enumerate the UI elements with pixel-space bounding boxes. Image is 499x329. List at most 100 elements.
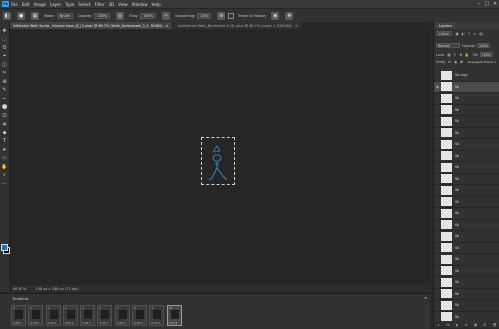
layer-row[interactable]: Sb copy — [434, 70, 499, 82]
layer-row[interactable]: Sb — [434, 277, 499, 289]
layer-filter-kind[interactable]: Q Kind — [436, 31, 452, 36]
close-window-button[interactable]: ✕ — [491, 0, 499, 8]
timeline-frame[interactable]: 9 0.05 ▾ — [149, 305, 165, 326]
filter-pixel-icon[interactable]: ▣ — [455, 32, 459, 36]
close-tab-icon[interactable]: × — [166, 24, 169, 28]
timeline-frame[interactable]: 3 0.05 ▾ — [45, 305, 61, 326]
timeline-frame[interactable]: 10 0.05 ▾ — [166, 305, 182, 326]
frame-delay[interactable]: 0.05 ▾ — [13, 321, 22, 325]
erase-history-checkbox[interactable] — [228, 12, 235, 19]
frame-delay[interactable]: 0.05 ▾ — [117, 321, 126, 325]
layer-row[interactable]: Sb — [434, 93, 499, 105]
frame-delay[interactable]: 0.05 ▾ — [99, 321, 108, 325]
link-layers-icon[interactable]: ∞ — [437, 323, 440, 327]
blend-mode-select[interactable]: Normal — [436, 43, 460, 48]
layer-row[interactable]: Sb — [434, 197, 499, 208]
timeline-frame[interactable]: 6 0.05 ▾ — [97, 305, 113, 326]
lasso-tool-icon[interactable]: ʘ — [1, 45, 8, 51]
frame-delay[interactable]: 0.05 ▾ — [134, 321, 143, 325]
layer-row[interactable]: Sb — [434, 185, 499, 197]
doc-tab-active[interactable]: Inflatable Walk Sprite_ Horizon hoon_B_(… — [9, 22, 174, 29]
close-tab-icon[interactable]: × — [295, 24, 298, 28]
brush-preset-icon[interactable]: ● — [17, 11, 25, 20]
layer-opacity-field[interactable]: 100% — [476, 43, 490, 48]
layer-row[interactable]: Sb — [434, 289, 499, 300]
opacity-field[interactable]: 100% — [94, 12, 111, 19]
adjustment-icon[interactable]: ⊘ — [465, 323, 468, 327]
frame-delay[interactable]: 0.05 ▾ — [82, 321, 91, 325]
visibility-eye-icon[interactable]: ◉ — [434, 85, 441, 89]
fill-field[interactable]: 100% — [479, 52, 493, 57]
menu-file[interactable]: File — [11, 2, 18, 7]
type-tool-icon[interactable]: T — [1, 138, 8, 144]
layer-row[interactable]: Sb — [434, 105, 499, 116]
move-tool-icon[interactable]: ✥ — [1, 28, 8, 34]
pressure-opacity-icon[interactable]: ◎ — [116, 11, 125, 20]
menu-view[interactable]: View — [118, 2, 128, 7]
unify-style-icon[interactable]: ✱ — [460, 60, 464, 64]
menu-image[interactable]: Image — [33, 2, 46, 7]
eraser-tool-icon[interactable]: ◧ — [3, 11, 11, 20]
shape-tool-icon[interactable]: ▭ — [1, 155, 8, 161]
mask-icon[interactable]: ◐ — [456, 323, 459, 327]
symmetry-icon[interactable]: ✥ — [285, 11, 294, 20]
layer-row[interactable]: Sb — [434, 231, 499, 243]
smoothing-field[interactable]: 10% — [197, 12, 212, 19]
lock-transparent-icon[interactable]: ▦ — [447, 53, 451, 57]
timeline-frame[interactable]: 1 0.05 ▾ — [11, 305, 26, 326]
lock-paint-icon[interactable]: ✎ — [453, 53, 457, 57]
frame-delay[interactable]: 0.05 ▾ — [169, 321, 178, 325]
unify-position-icon[interactable]: ⇄ — [448, 60, 452, 64]
timeline-menu-icon[interactable]: ≡ — [424, 295, 427, 300]
menu-help[interactable]: Help — [151, 2, 160, 7]
eraser-tool-icon[interactable]: ◆ — [1, 130, 8, 136]
frame-delay[interactable]: 0.05 ▾ — [65, 321, 74, 325]
timeline-frame[interactable]: 4 0.05 ▾ — [62, 305, 78, 326]
layer-row[interactable]: Sb — [434, 243, 499, 254]
menu-filter[interactable]: Filter — [95, 2, 105, 7]
path-select-tool-icon[interactable]: ➤ — [1, 147, 8, 153]
tab-layers[interactable]: Layers — [436, 23, 455, 28]
timeline-frame[interactable]: 8 0.05 ▾ — [132, 305, 148, 326]
frame-delay[interactable]: 0.05 ▾ — [30, 321, 39, 325]
layer-row[interactable]: Sb — [434, 116, 499, 128]
marquee-tool-icon[interactable]: ⬚ — [1, 36, 8, 42]
menu-select[interactable]: Select — [78, 2, 90, 7]
layer-row[interactable]: ◉ Sb — [434, 81, 499, 93]
layer-row[interactable]: Sb — [434, 300, 499, 312]
flow-field[interactable]: 100% — [140, 12, 157, 19]
airbrush-icon[interactable]: ✧ — [162, 11, 171, 20]
eyedropper-tool-icon[interactable]: ✎ — [1, 87, 8, 93]
zoom-tool-icon[interactable]: ⌕ — [1, 172, 8, 178]
unify-visibility-icon[interactable]: ◉ — [454, 60, 458, 64]
mode-select[interactable]: Brush — [56, 12, 73, 19]
slice-tool-icon[interactable]: ✂ — [1, 70, 8, 76]
brush-settings-icon[interactable]: ▦ — [31, 11, 39, 20]
filter-shape-icon[interactable]: ▭ — [473, 32, 477, 36]
layer-row[interactable]: Sb — [434, 174, 499, 185]
layer-row[interactable]: Sb — [434, 151, 499, 162]
frame-tool-icon[interactable]: ⊕ — [1, 79, 8, 85]
smoothing-settings-icon[interactable]: ⚙ — [217, 11, 226, 20]
foreground-color-swatch[interactable] — [1, 244, 8, 251]
timeline-frame[interactable]: 7 0.05 ▾ — [114, 305, 130, 326]
frame-delay[interactable]: 0.05 ▾ — [151, 321, 160, 325]
layer-row[interactable]: Sb — [434, 254, 499, 266]
minimize-button[interactable]: – — [475, 0, 483, 8]
layer-row[interactable]: Sb — [434, 162, 499, 174]
history-brush-tool-icon[interactable]: ⬙ — [1, 121, 8, 127]
maximize-button[interactable]: □ — [483, 0, 491, 8]
layer-row[interactable]: Sb — [434, 220, 499, 231]
group-icon[interactable]: ▣ — [474, 323, 477, 327]
pressure-size-icon[interactable]: ◉ — [271, 11, 280, 20]
layer-row[interactable]: Sb — [434, 266, 499, 277]
lock-all-icon[interactable]: 🔒 — [465, 53, 469, 57]
layer-row[interactable]: Sb — [434, 208, 499, 220]
zoom-level[interactable]: 66.67% — [13, 287, 26, 291]
crop-tool-icon[interactable]: ◫ — [1, 62, 8, 68]
frame-delay[interactable]: 0.05 ▾ — [48, 321, 57, 325]
new-layer-icon[interactable]: ⊞ — [483, 323, 486, 327]
more-tool-icon[interactable]: ⋯ — [1, 181, 8, 187]
timeline-frame[interactable]: 2 0.05 ▾ — [28, 305, 44, 326]
filter-type-icon[interactable]: T — [467, 32, 471, 36]
